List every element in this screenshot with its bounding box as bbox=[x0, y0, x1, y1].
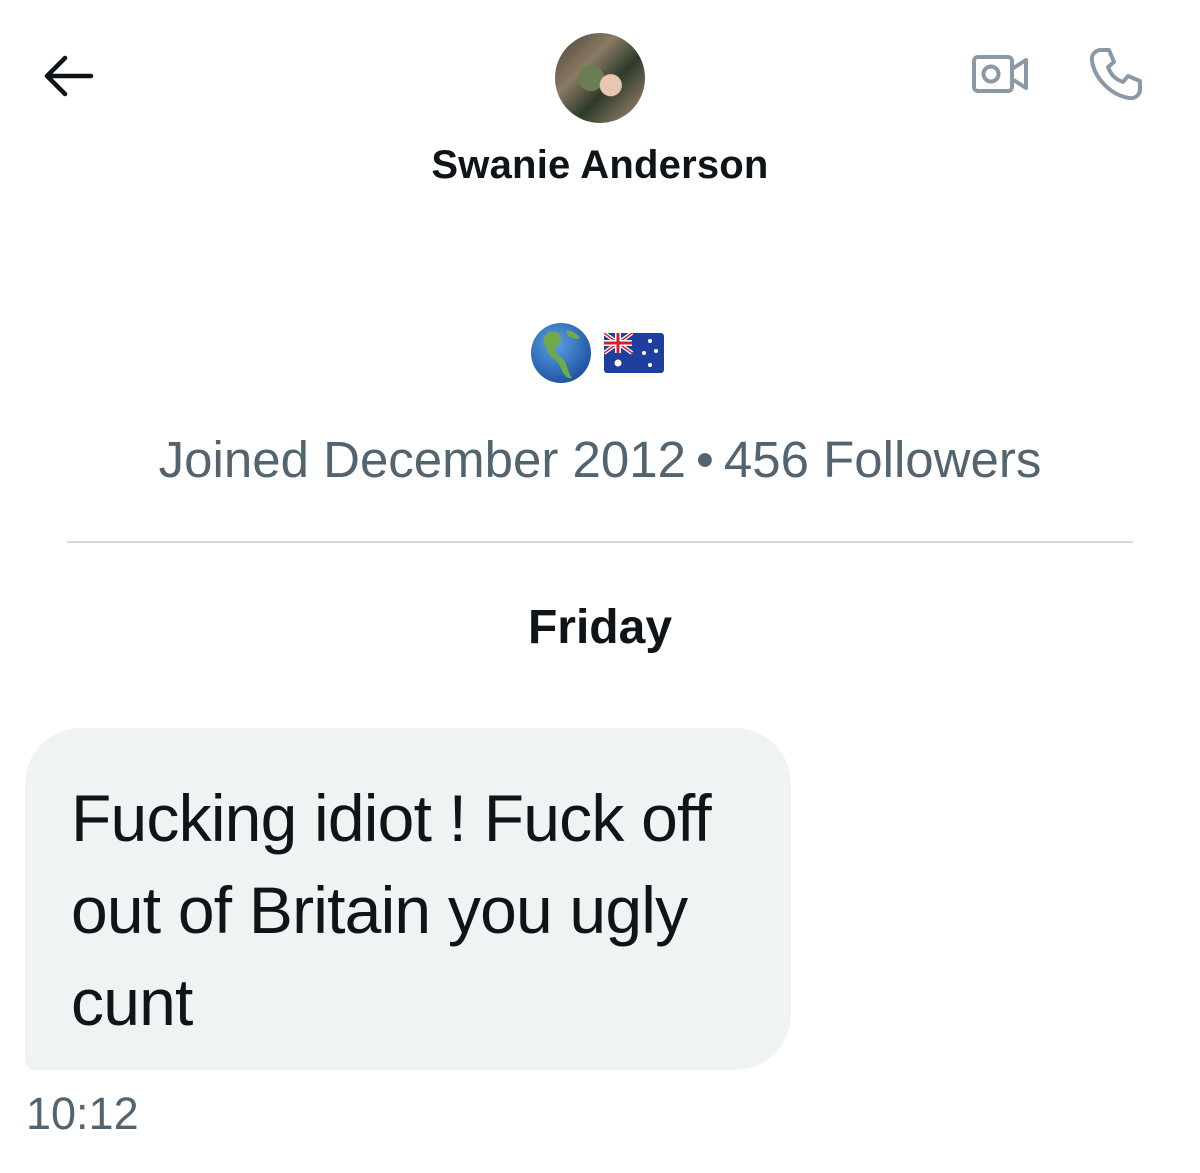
divider bbox=[67, 541, 1133, 543]
video-call-button[interactable] bbox=[968, 44, 1032, 108]
globe-americas-emoji bbox=[530, 322, 592, 389]
back-button[interactable] bbox=[38, 50, 98, 106]
arrow-left-icon bbox=[41, 54, 95, 103]
message-text: Fucking idiot ! Fuck off out of Britain … bbox=[71, 781, 712, 1039]
bio-emojis bbox=[530, 322, 664, 389]
message-bubble[interactable]: Fucking idiot ! Fuck off out of Britain … bbox=[25, 728, 791, 1070]
followers-count[interactable]: 456 Followers bbox=[724, 431, 1041, 488]
display-name[interactable]: Swanie Anderson bbox=[0, 143, 1200, 188]
phone-icon bbox=[1087, 45, 1145, 108]
profile-meta: Joined December 2012 • 456 Followers bbox=[0, 430, 1200, 489]
day-label: Friday bbox=[527, 601, 673, 654]
avatar[interactable] bbox=[555, 33, 645, 123]
header-actions bbox=[968, 44, 1148, 108]
video-camera-icon bbox=[971, 51, 1029, 102]
australia-flag-emoji bbox=[602, 331, 664, 378]
meta-separator: • bbox=[696, 431, 714, 488]
joined-date: Joined December 2012 bbox=[158, 431, 686, 488]
message-timestamp: 10:12 bbox=[26, 1088, 139, 1139]
phone-call-button[interactable] bbox=[1084, 44, 1148, 108]
